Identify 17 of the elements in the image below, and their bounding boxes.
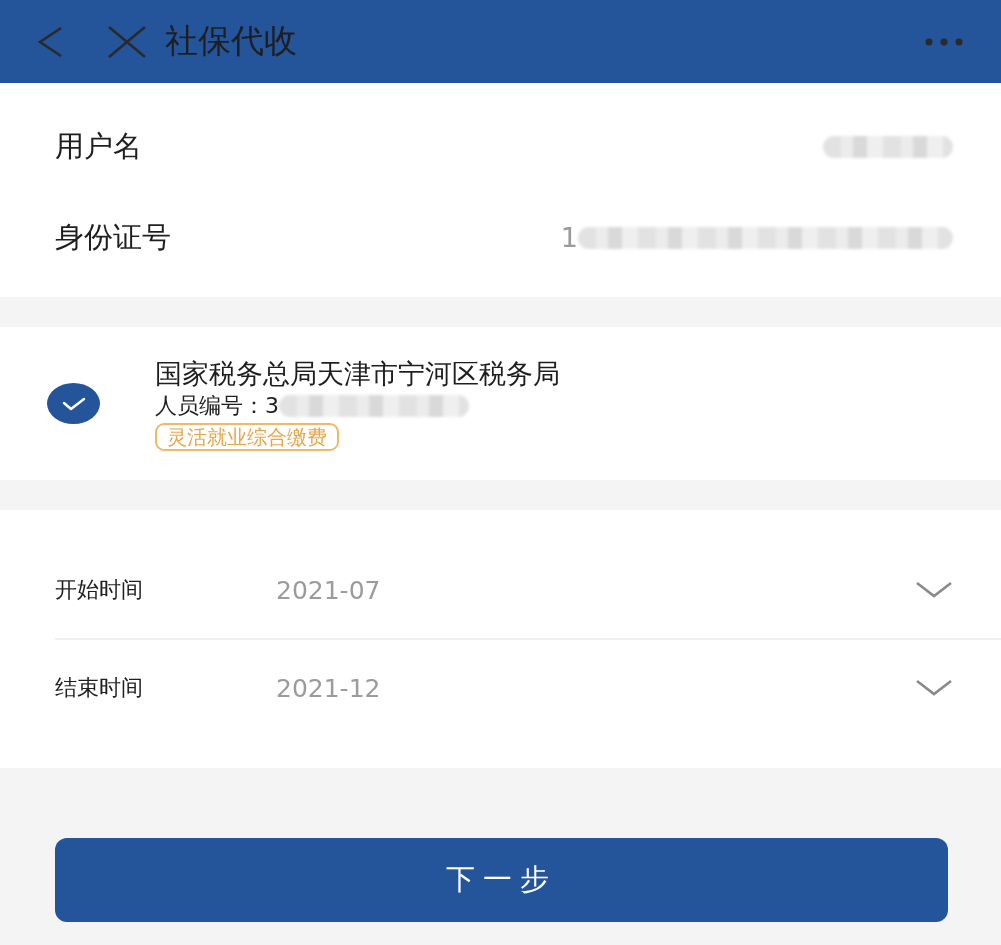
back-icon[interactable]	[36, 25, 64, 58]
date-label: 开始时间	[55, 576, 144, 604]
page-title: 社保代收	[165, 20, 297, 62]
more-icon[interactable]	[925, 37, 963, 46]
chevron-down-icon	[915, 679, 953, 697]
checkbox-icon[interactable]	[47, 383, 100, 424]
tax-office-name: 国家税务总局天津市宁河区税务局	[155, 356, 560, 391]
account-card[interactable]: 国家税务总局天津市宁河区税务局 人员编号：3 灵活就业综合缴费	[0, 327, 1001, 480]
field-value: 1	[560, 222, 578, 253]
person-number: 人员编号：3	[155, 391, 279, 420]
date-label: 结束时间	[55, 674, 144, 702]
close-icon[interactable]	[107, 25, 147, 58]
field-label: 用户名	[55, 127, 142, 165]
next-step-button[interactable]: 下一步	[55, 838, 948, 922]
chevron-down-icon	[915, 581, 953, 599]
field-label: 身份证号	[55, 218, 171, 256]
payment-type-tag: 灵活就业综合缴费	[155, 422, 339, 451]
